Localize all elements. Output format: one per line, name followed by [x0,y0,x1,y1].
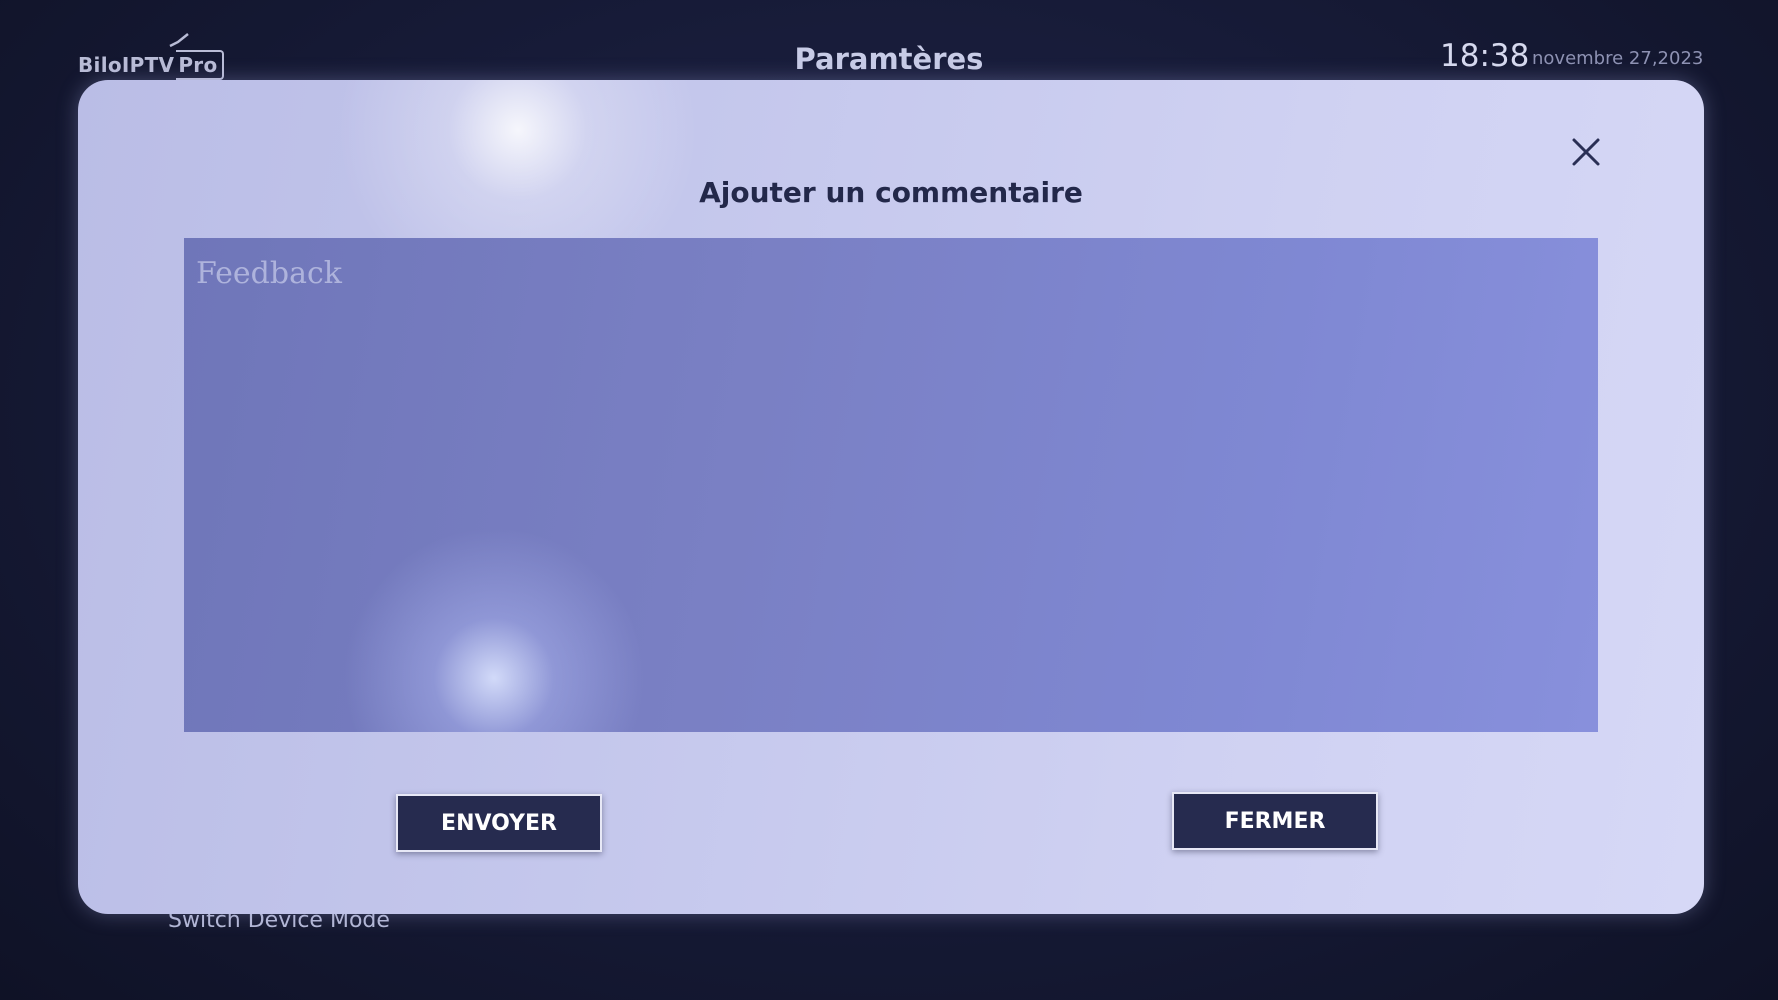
dialog-title: Ajouter un commentaire [699,176,1083,209]
clock-time: 18:38 [1440,38,1530,74]
send-button[interactable]: ENVOYER [396,794,602,852]
feedback-dialog: Ajouter un commentaire ENVOYER FERMER [78,80,1704,914]
clock-date: novembre 27,2023 [1532,48,1704,69]
dialog-close-button[interactable] [1558,124,1614,180]
feedback-input[interactable] [184,238,1598,732]
close-button[interactable]: FERMER [1172,792,1378,850]
close-icon [1572,138,1600,166]
